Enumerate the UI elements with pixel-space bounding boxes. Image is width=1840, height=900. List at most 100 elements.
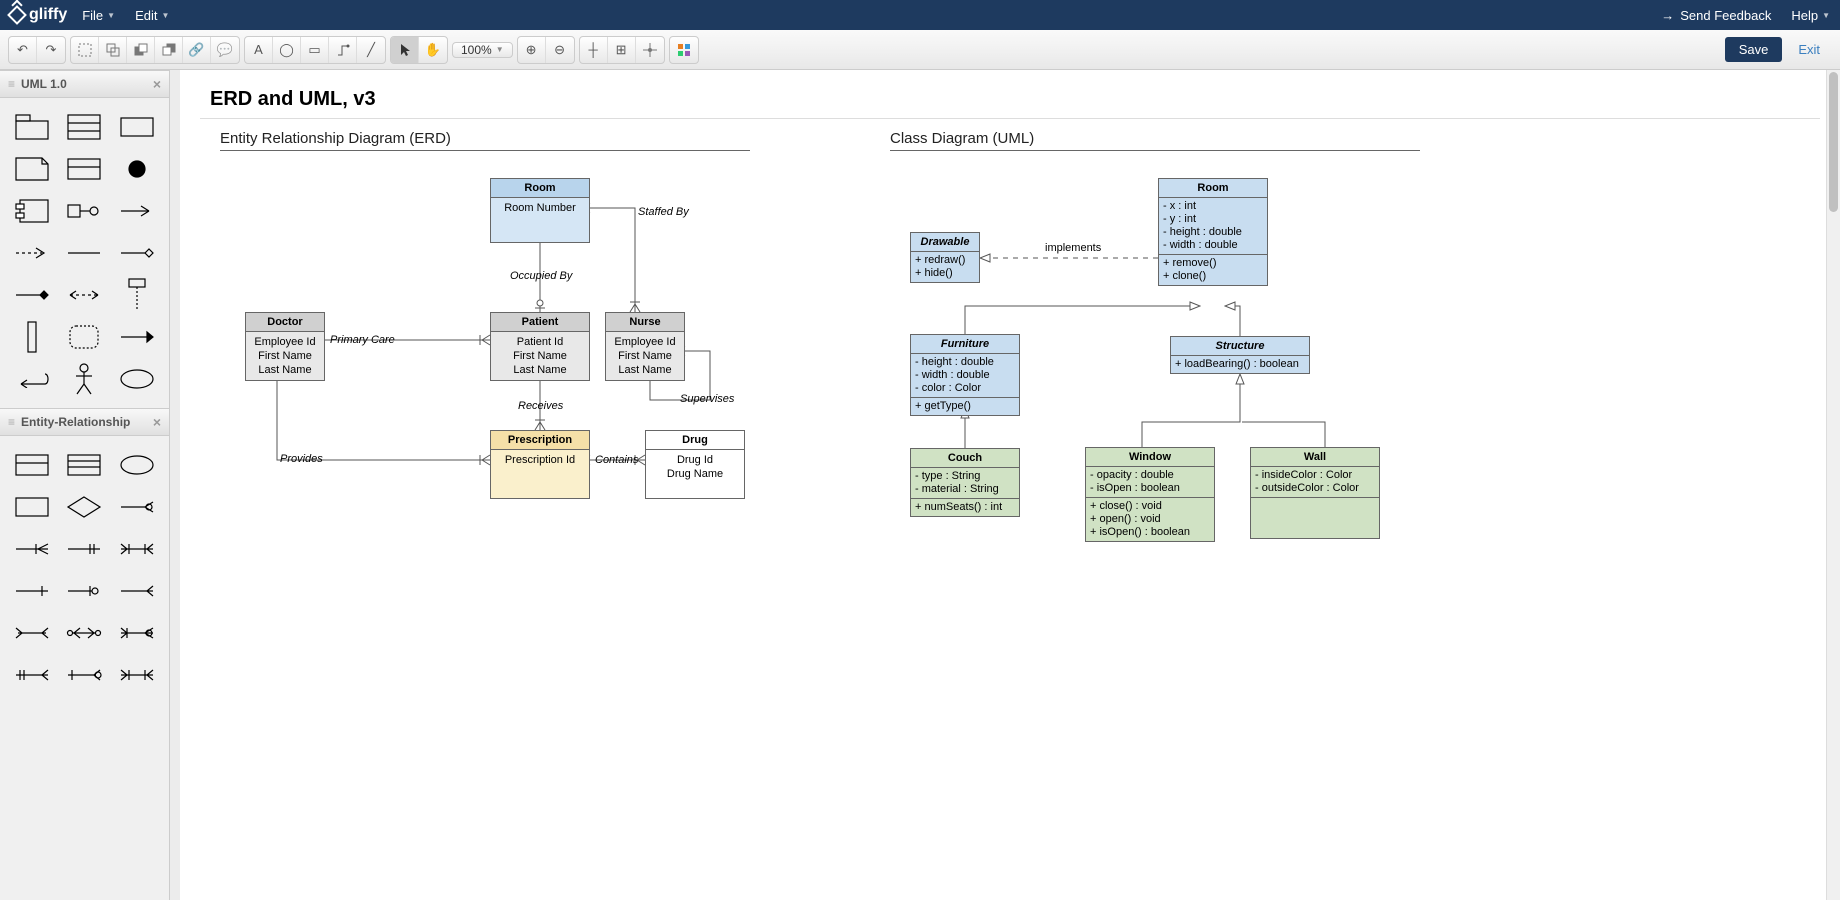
menu-file[interactable]: File▼ xyxy=(82,8,115,23)
send-feedback-link[interactable]: → Send Feedback xyxy=(1661,8,1771,23)
undo-button[interactable]: ↶ xyxy=(9,37,37,63)
grid-button[interactable]: ⊞ xyxy=(608,37,636,63)
shape-bi-bar-zero[interactable] xyxy=(58,654,110,696)
theme-button[interactable] xyxy=(670,37,698,63)
shape-bi-one-many[interactable] xyxy=(111,612,163,654)
exit-link[interactable]: Exit xyxy=(1798,42,1820,57)
connector-tool-button[interactable] xyxy=(329,37,357,63)
group-button[interactable] xyxy=(71,37,99,63)
shape-zero-one[interactable] xyxy=(58,570,110,612)
shape-bi-crow-bar[interactable] xyxy=(111,654,163,696)
text-tool-button[interactable]: A xyxy=(245,37,273,63)
shape-activation[interactable] xyxy=(6,316,58,358)
ellipse-tool-button[interactable]: ◯ xyxy=(273,37,301,63)
top-menubar: gliffy File▼ Edit▼ → Send Feedback Help▼ xyxy=(0,0,1840,30)
class-room[interactable]: Room - x : int- y : int- height : double… xyxy=(1158,178,1268,286)
shape-note[interactable] xyxy=(6,148,58,190)
vertical-scrollbar[interactable] xyxy=(1826,70,1840,900)
shape-return-arrow[interactable] xyxy=(6,358,58,400)
link-button[interactable]: 🔗 xyxy=(183,37,211,63)
close-icon[interactable]: × xyxy=(153,414,161,430)
class-drawable[interactable]: Drawable + redraw()+ hide() xyxy=(910,232,980,283)
panel-er-header[interactable]: ≡Entity-Relationship × xyxy=(0,408,169,436)
shape-line[interactable] xyxy=(58,232,110,274)
shape-bi-crow[interactable] xyxy=(6,612,58,654)
pointer-tool-button[interactable] xyxy=(391,37,419,63)
shape-package[interactable] xyxy=(6,106,58,148)
entity-drug-body: Drug IdDrug Name xyxy=(646,450,744,498)
zoom-out-button[interactable]: ⊖ xyxy=(546,37,574,63)
shape-class[interactable] xyxy=(58,106,110,148)
scrollbar-thumb[interactable] xyxy=(1829,72,1838,212)
shape-one-line[interactable] xyxy=(6,570,58,612)
shape-many[interactable] xyxy=(111,570,163,612)
entity-prescription[interactable]: Prescription Prescription Id xyxy=(490,430,590,499)
shape-one-one-bar[interactable] xyxy=(58,528,110,570)
shape-entity[interactable] xyxy=(6,444,58,486)
panel-uml-header[interactable]: ≡UML 1.0 × xyxy=(0,70,169,98)
guides-button[interactable] xyxy=(636,37,664,63)
label-implements: implements xyxy=(1045,242,1101,254)
shape-dashed-double-arrow[interactable] xyxy=(58,274,110,316)
shape-open-arrow[interactable] xyxy=(111,190,163,232)
entity-nurse[interactable]: Nurse Employee IdFirst NameLast Name xyxy=(605,312,685,381)
entity-doctor[interactable]: Doctor Employee IdFirst NameLast Name xyxy=(245,312,325,381)
title-divider xyxy=(200,118,1820,119)
shape-lifeline[interactable] xyxy=(111,274,163,316)
shape-relationship[interactable] xyxy=(58,486,110,528)
shape-attribute[interactable] xyxy=(111,444,163,486)
save-button[interactable]: Save xyxy=(1725,37,1783,62)
shape-state[interactable] xyxy=(58,316,110,358)
entity-room-body: Room Number xyxy=(491,198,589,242)
shape-filled-diamond-arrow[interactable] xyxy=(6,274,58,316)
zoom-dropdown[interactable]: 100%▼ xyxy=(453,43,512,57)
shape-filled-circle[interactable] xyxy=(111,148,163,190)
rectangle-tool-button[interactable]: ▭ xyxy=(301,37,329,63)
shape-bi-bar-crow[interactable] xyxy=(6,654,58,696)
class-window-head: Window xyxy=(1086,448,1214,467)
snap-button[interactable]: ┼ xyxy=(580,37,608,63)
send-back-button[interactable] xyxy=(155,37,183,63)
shape-one-crow[interactable] xyxy=(6,528,58,570)
help-menu[interactable]: Help▼ xyxy=(1791,8,1830,23)
entity-patient-body: Patient IdFirst NameLast Name xyxy=(491,332,589,380)
shape-many-many-bar[interactable] xyxy=(111,528,163,570)
shape-solid-arrow[interactable] xyxy=(111,316,163,358)
shape-rect[interactable] xyxy=(111,106,163,148)
class-wall[interactable]: Wall - insideColor : Color- outsideColor… xyxy=(1250,447,1380,539)
menu-edit[interactable]: Edit▼ xyxy=(135,8,169,23)
pan-tool-button[interactable]: ✋ xyxy=(419,37,447,63)
shape-component[interactable] xyxy=(6,190,58,232)
shape-entity-simple[interactable] xyxy=(6,486,58,528)
shape-interface[interactable] xyxy=(58,190,110,232)
entity-room[interactable]: Room Room Number xyxy=(490,178,590,243)
shape-diamond-arrow[interactable] xyxy=(111,232,163,274)
erd-underline xyxy=(220,150,750,151)
toolbar: ↶ ↷ 🔗 💬 A ◯ ▭ ╱ ✋ 100%▼ ⊕ ⊖ ┼ ⊞ Save Exi… xyxy=(0,30,1840,70)
class-furniture[interactable]: Furniture - height : double- width : dou… xyxy=(910,334,1020,416)
shapes-sidebar: ≡UML 1.0 × ≡Entity-R xyxy=(0,70,170,900)
canvas[interactable]: ERD and UML, v3 Entity Relationship Diag… xyxy=(190,70,1830,900)
class-window[interactable]: Window - opacity : double- isOpen : bool… xyxy=(1085,447,1215,542)
redo-button[interactable]: ↷ xyxy=(37,37,65,63)
entity-prescription-head: Prescription xyxy=(491,431,589,450)
zoom-in-button[interactable]: ⊕ xyxy=(518,37,546,63)
close-icon[interactable]: × xyxy=(153,76,161,92)
shape-entity-rows[interactable] xyxy=(58,444,110,486)
shape-actor[interactable] xyxy=(58,358,110,400)
shape-bi-zero-many[interactable] xyxy=(58,612,110,654)
canvas-area[interactable]: ERD and UML, v3 Entity Relationship Diag… xyxy=(170,70,1840,900)
class-structure[interactable]: Structure + loadBearing() : boolean xyxy=(1170,336,1310,374)
line-tool-button[interactable]: ╱ xyxy=(357,37,385,63)
bring-front-button[interactable] xyxy=(127,37,155,63)
entity-patient[interactable]: Patient Patient IdFirst NameLast Name xyxy=(490,312,590,381)
shape-object[interactable] xyxy=(58,148,110,190)
shape-one-many[interactable] xyxy=(111,486,163,528)
shape-dashed-open-arrow[interactable] xyxy=(6,232,58,274)
shape-usecase[interactable] xyxy=(111,358,163,400)
popup-button[interactable]: 💬 xyxy=(211,37,239,63)
class-couch[interactable]: Couch - type : String- material : String… xyxy=(910,448,1020,517)
ungroup-button[interactable] xyxy=(99,37,127,63)
entity-drug[interactable]: Drug Drug IdDrug Name xyxy=(645,430,745,499)
main-area: ≡UML 1.0 × ≡Entity-R xyxy=(0,70,1840,900)
